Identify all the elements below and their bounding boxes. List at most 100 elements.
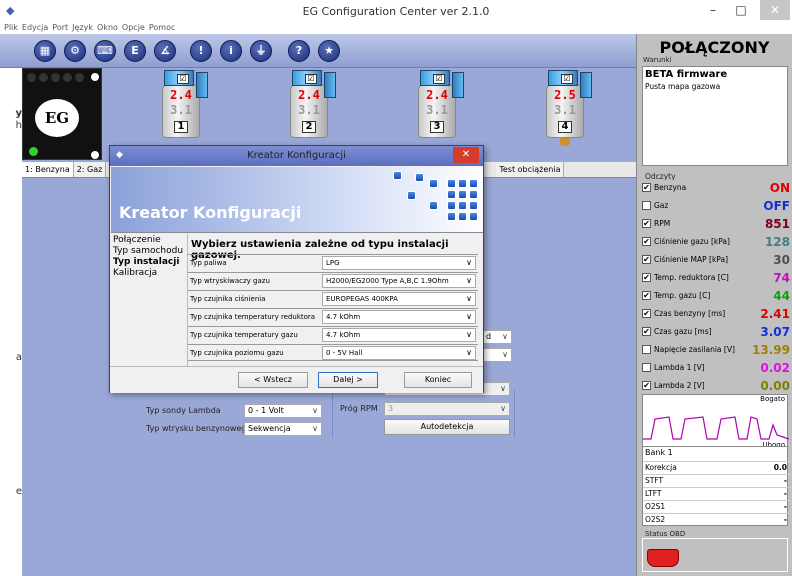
reading-checkbox[interactable]: ✔: [642, 291, 651, 300]
gas-temp-sensor-select[interactable]: 4.7 kOhm ∨: [322, 328, 476, 342]
bank-param-name: O2S2: [645, 515, 666, 524]
finish-button[interactable]: Koniec: [404, 372, 472, 388]
reading-checkbox[interactable]: [642, 201, 651, 210]
keyboard-icon[interactable]: ⌨: [94, 40, 116, 62]
bank-param-name: LTFT: [645, 489, 662, 498]
field-label: Typ czujnika temperatury reduktora: [190, 313, 316, 321]
plug-icon[interactable]: ⏚: [250, 40, 272, 62]
autodetect-button[interactable]: Autodetekcja: [384, 419, 510, 435]
dialog-title: Kreator Konfiguracji: [247, 150, 346, 161]
reading-row: ✔ Czas benzyny [ms] 2.41: [642, 306, 790, 324]
reading-row: ✔ Temp. reduktora [C] 74: [642, 270, 790, 288]
info-icon[interactable]: i: [220, 40, 242, 62]
grid-icon[interactable]: ▦: [34, 40, 56, 62]
next-button[interactable]: Dalej >: [318, 372, 378, 388]
reading-checkbox[interactable]: ✔: [642, 237, 651, 246]
reducer-temp-sensor-select[interactable]: 4.7 kOhm ∨: [322, 310, 476, 324]
tab-petrol[interactable]: 1: Benzyna: [22, 162, 74, 177]
reading-checkbox[interactable]: ✔: [642, 183, 651, 192]
hidden-combo[interactable]: ∨: [482, 348, 512, 362]
bank-param-name: O2S1: [645, 502, 666, 511]
reading-checkbox[interactable]: ✔: [642, 219, 651, 228]
star-icon[interactable]: ★: [318, 40, 340, 62]
lambda-waveform: [643, 416, 789, 440]
reading-checkbox[interactable]: ✔: [642, 309, 651, 318]
obd-status-label: Status OBD: [645, 530, 686, 538]
field-label: Typ wtryskiwaczy gazu: [190, 277, 270, 285]
e-icon[interactable]: E: [124, 40, 146, 62]
menu-window[interactable]: Okno: [97, 22, 118, 34]
reading-name: Czas benzyny [ms]: [654, 309, 726, 318]
angle-icon[interactable]: ∡: [154, 40, 176, 62]
reading-value: 2.41: [760, 307, 790, 321]
menu-help[interactable]: Pomoc: [149, 22, 176, 34]
reading-name: Czas gazu [ms]: [654, 327, 712, 336]
lambda-type-select[interactable]: 0 - 1 Volt ∨: [244, 404, 322, 418]
injector-time-petrol: 3.1: [426, 103, 448, 117]
reading-checkbox[interactable]: ✔: [642, 327, 651, 336]
reading-checkbox[interactable]: [642, 345, 651, 354]
bank-param-name: Korekcja: [645, 463, 677, 472]
warning-icon[interactable]: !: [190, 40, 212, 62]
minimize-button[interactable]: –: [700, 0, 726, 20]
field-fuel-type: Typ paliwa LPG ∨: [188, 254, 478, 271]
menu-file[interactable]: Plik: [4, 22, 18, 34]
reading-value: OFF: [763, 199, 790, 213]
close-button[interactable]: ✕: [760, 0, 790, 20]
field-label: Typ czujnika temperatury gazu: [190, 331, 298, 339]
reading-value: 0.02: [760, 361, 790, 375]
chevron-down-icon: ∨: [466, 348, 472, 357]
reading-value: 30: [773, 253, 790, 267]
checkbox-icon[interactable]: ☑: [561, 74, 573, 84]
conditions-title: BETA firmware: [645, 69, 728, 80]
menu-options[interactable]: Opcje: [122, 22, 145, 34]
reading-row: ✔ RPM 851: [642, 216, 790, 234]
reading-row: ✔ Temp. gazu [C] 44: [642, 288, 790, 306]
obd-status-box: [642, 538, 788, 572]
wizard-banner: Kreator Konfiguracji: [111, 167, 483, 233]
injector-time-gas: 2.4: [170, 88, 192, 102]
checkbox-icon[interactable]: ☑: [177, 74, 189, 84]
help-icon[interactable]: ?: [288, 40, 310, 62]
fuel-type-select[interactable]: LPG ∨: [322, 256, 476, 270]
reading-name: Lambda 1 [V]: [654, 363, 705, 372]
bank-row: LTFT -: [643, 487, 791, 499]
reading-name: Temp. gazu [C]: [654, 291, 711, 300]
menu-language[interactable]: Język: [72, 22, 93, 34]
gas-level-sensor-select[interactable]: 0 - 5V Hall ∨: [322, 346, 476, 360]
tab-load-test[interactable]: Test obciążenia: [496, 162, 565, 177]
reading-row: Gaz OFF: [642, 198, 790, 216]
reading-checkbox[interactable]: ✔: [642, 381, 651, 390]
reading-checkbox[interactable]: ✔: [642, 273, 651, 282]
window-title: EG Configuration Center ver 2.1.0: [302, 5, 490, 18]
hidden-combo[interactable]: d ∨: [482, 330, 512, 344]
maximize-button[interactable]: □: [728, 0, 754, 20]
checkbox-icon[interactable]: ☑: [433, 74, 445, 84]
tab-gas[interactable]: 2: Gaz: [73, 162, 107, 177]
injector-2: ☑ 2.4 3.1 2: [290, 70, 340, 152]
conditions-label: Warunki: [643, 56, 672, 64]
reading-checkbox[interactable]: [642, 363, 651, 372]
injector-4: ☑ 2.5 3.1 4: [546, 70, 596, 152]
checkbox-icon[interactable]: ☑: [305, 74, 317, 84]
step-installation-type: Typ instalacji: [113, 257, 180, 267]
reading-row: ✔ Benzyna ON: [642, 180, 790, 198]
bank-param-value: -: [783, 502, 787, 511]
step-connection: Połączenie: [113, 235, 161, 245]
chevron-down-icon: ∨: [466, 330, 472, 339]
status-side-panel: POŁĄCZONY Warunki BETA firmware Pusta ma…: [636, 34, 792, 576]
gear-icon[interactable]: ⚙: [64, 40, 86, 62]
menu-edit[interactable]: Edycja: [22, 22, 48, 34]
gas-injectors-select[interactable]: H2000/EG2000 Type A,B,C 1.9Ohm ∨: [322, 274, 476, 288]
back-button[interactable]: < Wstecz: [238, 372, 308, 388]
pressure-sensor-select[interactable]: EUROPEGAS 400KPA ∨: [322, 292, 476, 306]
bank-param-name: STFT: [645, 476, 664, 485]
conditions-box: BETA firmware Pusta mapa gazowa: [642, 66, 788, 166]
dialog-close-button[interactable]: ✕: [453, 147, 479, 163]
bank-row: STFT -: [643, 474, 791, 486]
menu-bar: Plik Edycja Port Język Okno Opcje Pomoc: [0, 22, 792, 34]
reading-value: 44: [773, 289, 790, 303]
petrol-injection-select[interactable]: Sekwencja ∨: [244, 422, 322, 436]
menu-port[interactable]: Port: [52, 22, 68, 34]
reading-checkbox[interactable]: ✔: [642, 255, 651, 264]
